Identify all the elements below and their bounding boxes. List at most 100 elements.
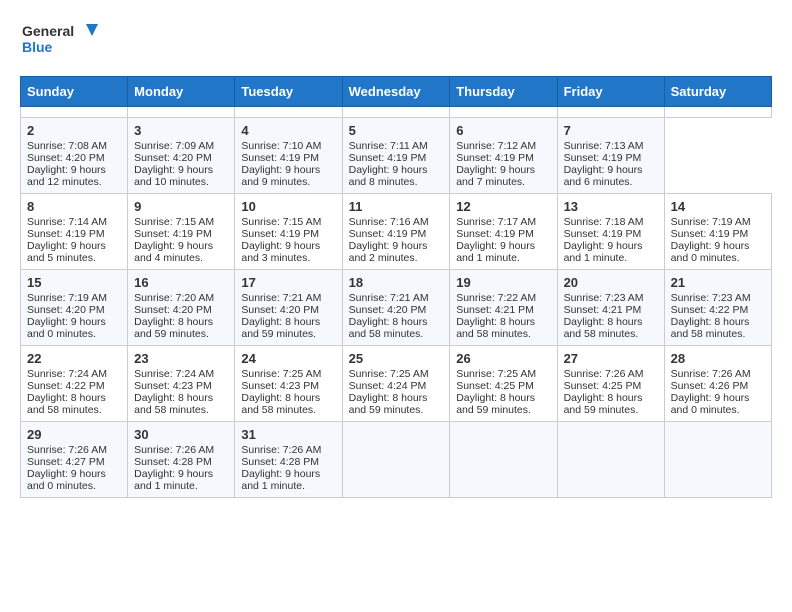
sunrise-text: Sunrise: 7:15 AM: [241, 216, 335, 228]
calendar-cell: [664, 107, 771, 118]
sunset-text: Sunset: 4:28 PM: [134, 456, 228, 468]
calendar-cell: 20Sunrise: 7:23 AMSunset: 4:21 PMDayligh…: [557, 270, 664, 346]
sunrise-text: Sunrise: 7:22 AM: [456, 292, 550, 304]
day-number: 12: [456, 199, 550, 214]
daylight-text: Daylight: 9 hours and 1 minute.: [456, 240, 550, 264]
header-day-sunday: Sunday: [21, 77, 128, 107]
calendar-week-1: [21, 107, 772, 118]
header-day-thursday: Thursday: [450, 77, 557, 107]
calendar-cell: 3Sunrise: 7:09 AMSunset: 4:20 PMDaylight…: [128, 118, 235, 194]
day-number: 15: [27, 275, 121, 290]
day-number: 16: [134, 275, 228, 290]
page-header: GeneralBlue: [20, 20, 772, 60]
calendar-cell: [21, 107, 128, 118]
sunrise-text: Sunrise: 7:11 AM: [349, 140, 444, 152]
calendar-cell: 23Sunrise: 7:24 AMSunset: 4:23 PMDayligh…: [128, 346, 235, 422]
day-number: 29: [27, 427, 121, 442]
header-day-friday: Friday: [557, 77, 664, 107]
calendar-week-4: 15Sunrise: 7:19 AMSunset: 4:20 PMDayligh…: [21, 270, 772, 346]
sunrise-text: Sunrise: 7:09 AM: [134, 140, 228, 152]
sunset-text: Sunset: 4:20 PM: [134, 304, 228, 316]
svg-text:Blue: Blue: [22, 39, 53, 55]
sunset-text: Sunset: 4:19 PM: [134, 228, 228, 240]
calendar-cell: 18Sunrise: 7:21 AMSunset: 4:20 PMDayligh…: [342, 270, 450, 346]
day-number: 17: [241, 275, 335, 290]
daylight-text: Daylight: 9 hours and 1 minute.: [241, 468, 335, 492]
sunrise-text: Sunrise: 7:12 AM: [456, 140, 550, 152]
calendar-week-3: 8Sunrise: 7:14 AMSunset: 4:19 PMDaylight…: [21, 194, 772, 270]
calendar-cell: 21Sunrise: 7:23 AMSunset: 4:22 PMDayligh…: [664, 270, 771, 346]
day-number: 13: [564, 199, 658, 214]
day-number: 3: [134, 123, 228, 138]
sunset-text: Sunset: 4:20 PM: [27, 304, 121, 316]
sunset-text: Sunset: 4:24 PM: [349, 380, 444, 392]
daylight-text: Daylight: 8 hours and 59 minutes.: [241, 316, 335, 340]
header-day-wednesday: Wednesday: [342, 77, 450, 107]
sunset-text: Sunset: 4:26 PM: [671, 380, 765, 392]
sunrise-text: Sunrise: 7:15 AM: [134, 216, 228, 228]
daylight-text: Daylight: 9 hours and 0 minutes.: [671, 240, 765, 264]
logo-svg: GeneralBlue: [20, 20, 100, 60]
daylight-text: Daylight: 9 hours and 12 minutes.: [27, 164, 121, 188]
day-number: 6: [456, 123, 550, 138]
calendar-cell: [342, 422, 450, 498]
calendar-cell: [557, 107, 664, 118]
daylight-text: Daylight: 8 hours and 59 minutes.: [134, 316, 228, 340]
sunrise-text: Sunrise: 7:26 AM: [27, 444, 121, 456]
sunrise-text: Sunrise: 7:24 AM: [134, 368, 228, 380]
sunset-text: Sunset: 4:22 PM: [671, 304, 765, 316]
calendar-week-2: 2Sunrise: 7:08 AMSunset: 4:20 PMDaylight…: [21, 118, 772, 194]
sunrise-text: Sunrise: 7:19 AM: [27, 292, 121, 304]
calendar-cell: 9Sunrise: 7:15 AMSunset: 4:19 PMDaylight…: [128, 194, 235, 270]
sunset-text: Sunset: 4:25 PM: [456, 380, 550, 392]
sunrise-text: Sunrise: 7:18 AM: [564, 216, 658, 228]
sunrise-text: Sunrise: 7:25 AM: [349, 368, 444, 380]
calendar-cell: 27Sunrise: 7:26 AMSunset: 4:25 PMDayligh…: [557, 346, 664, 422]
sunset-text: Sunset: 4:23 PM: [241, 380, 335, 392]
day-number: 7: [564, 123, 658, 138]
sunset-text: Sunset: 4:19 PM: [241, 228, 335, 240]
day-number: 2: [27, 123, 121, 138]
day-number: 23: [134, 351, 228, 366]
calendar-cell: 22Sunrise: 7:24 AMSunset: 4:22 PMDayligh…: [21, 346, 128, 422]
daylight-text: Daylight: 8 hours and 58 minutes.: [349, 316, 444, 340]
day-number: 24: [241, 351, 335, 366]
sunset-text: Sunset: 4:21 PM: [564, 304, 658, 316]
calendar-cell: [128, 107, 235, 118]
sunrise-text: Sunrise: 7:17 AM: [456, 216, 550, 228]
calendar-cell: 25Sunrise: 7:25 AMSunset: 4:24 PMDayligh…: [342, 346, 450, 422]
daylight-text: Daylight: 9 hours and 2 minutes.: [349, 240, 444, 264]
sunrise-text: Sunrise: 7:23 AM: [564, 292, 658, 304]
daylight-text: Daylight: 9 hours and 8 minutes.: [349, 164, 444, 188]
calendar-cell: 29Sunrise: 7:26 AMSunset: 4:27 PMDayligh…: [21, 422, 128, 498]
calendar-cell: 12Sunrise: 7:17 AMSunset: 4:19 PMDayligh…: [450, 194, 557, 270]
daylight-text: Daylight: 9 hours and 1 minute.: [134, 468, 228, 492]
daylight-text: Daylight: 8 hours and 58 minutes.: [241, 392, 335, 416]
sunrise-text: Sunrise: 7:21 AM: [241, 292, 335, 304]
sunset-text: Sunset: 4:19 PM: [349, 152, 444, 164]
daylight-text: Daylight: 8 hours and 58 minutes.: [671, 316, 765, 340]
daylight-text: Daylight: 8 hours and 58 minutes.: [456, 316, 550, 340]
daylight-text: Daylight: 9 hours and 10 minutes.: [134, 164, 228, 188]
logo: GeneralBlue: [20, 20, 100, 60]
sunrise-text: Sunrise: 7:20 AM: [134, 292, 228, 304]
daylight-text: Daylight: 9 hours and 0 minutes.: [27, 468, 121, 492]
sunset-text: Sunset: 4:20 PM: [349, 304, 444, 316]
daylight-text: Daylight: 9 hours and 5 minutes.: [27, 240, 121, 264]
header-day-saturday: Saturday: [664, 77, 771, 107]
day-number: 8: [27, 199, 121, 214]
calendar-cell: 11Sunrise: 7:16 AMSunset: 4:19 PMDayligh…: [342, 194, 450, 270]
calendar-cell: 5Sunrise: 7:11 AMSunset: 4:19 PMDaylight…: [342, 118, 450, 194]
calendar-cell: 16 Sunrise: 7:20 AMSunset: 4:20 PMDayligh…: [128, 270, 235, 346]
daylight-text: Daylight: 9 hours and 3 minutes.: [241, 240, 335, 264]
sunset-text: Sunset: 4:25 PM: [564, 380, 658, 392]
calendar-cell: [450, 422, 557, 498]
day-number: 22: [27, 351, 121, 366]
calendar-cell: [557, 422, 664, 498]
sunset-text: Sunset: 4:21 PM: [456, 304, 550, 316]
day-number: 28: [671, 351, 765, 366]
day-number: 10: [241, 199, 335, 214]
sunset-text: Sunset: 4:19 PM: [27, 228, 121, 240]
sunrise-text: Sunrise: 7:26 AM: [241, 444, 335, 456]
sunrise-text: Sunrise: 7:10 AM: [241, 140, 335, 152]
